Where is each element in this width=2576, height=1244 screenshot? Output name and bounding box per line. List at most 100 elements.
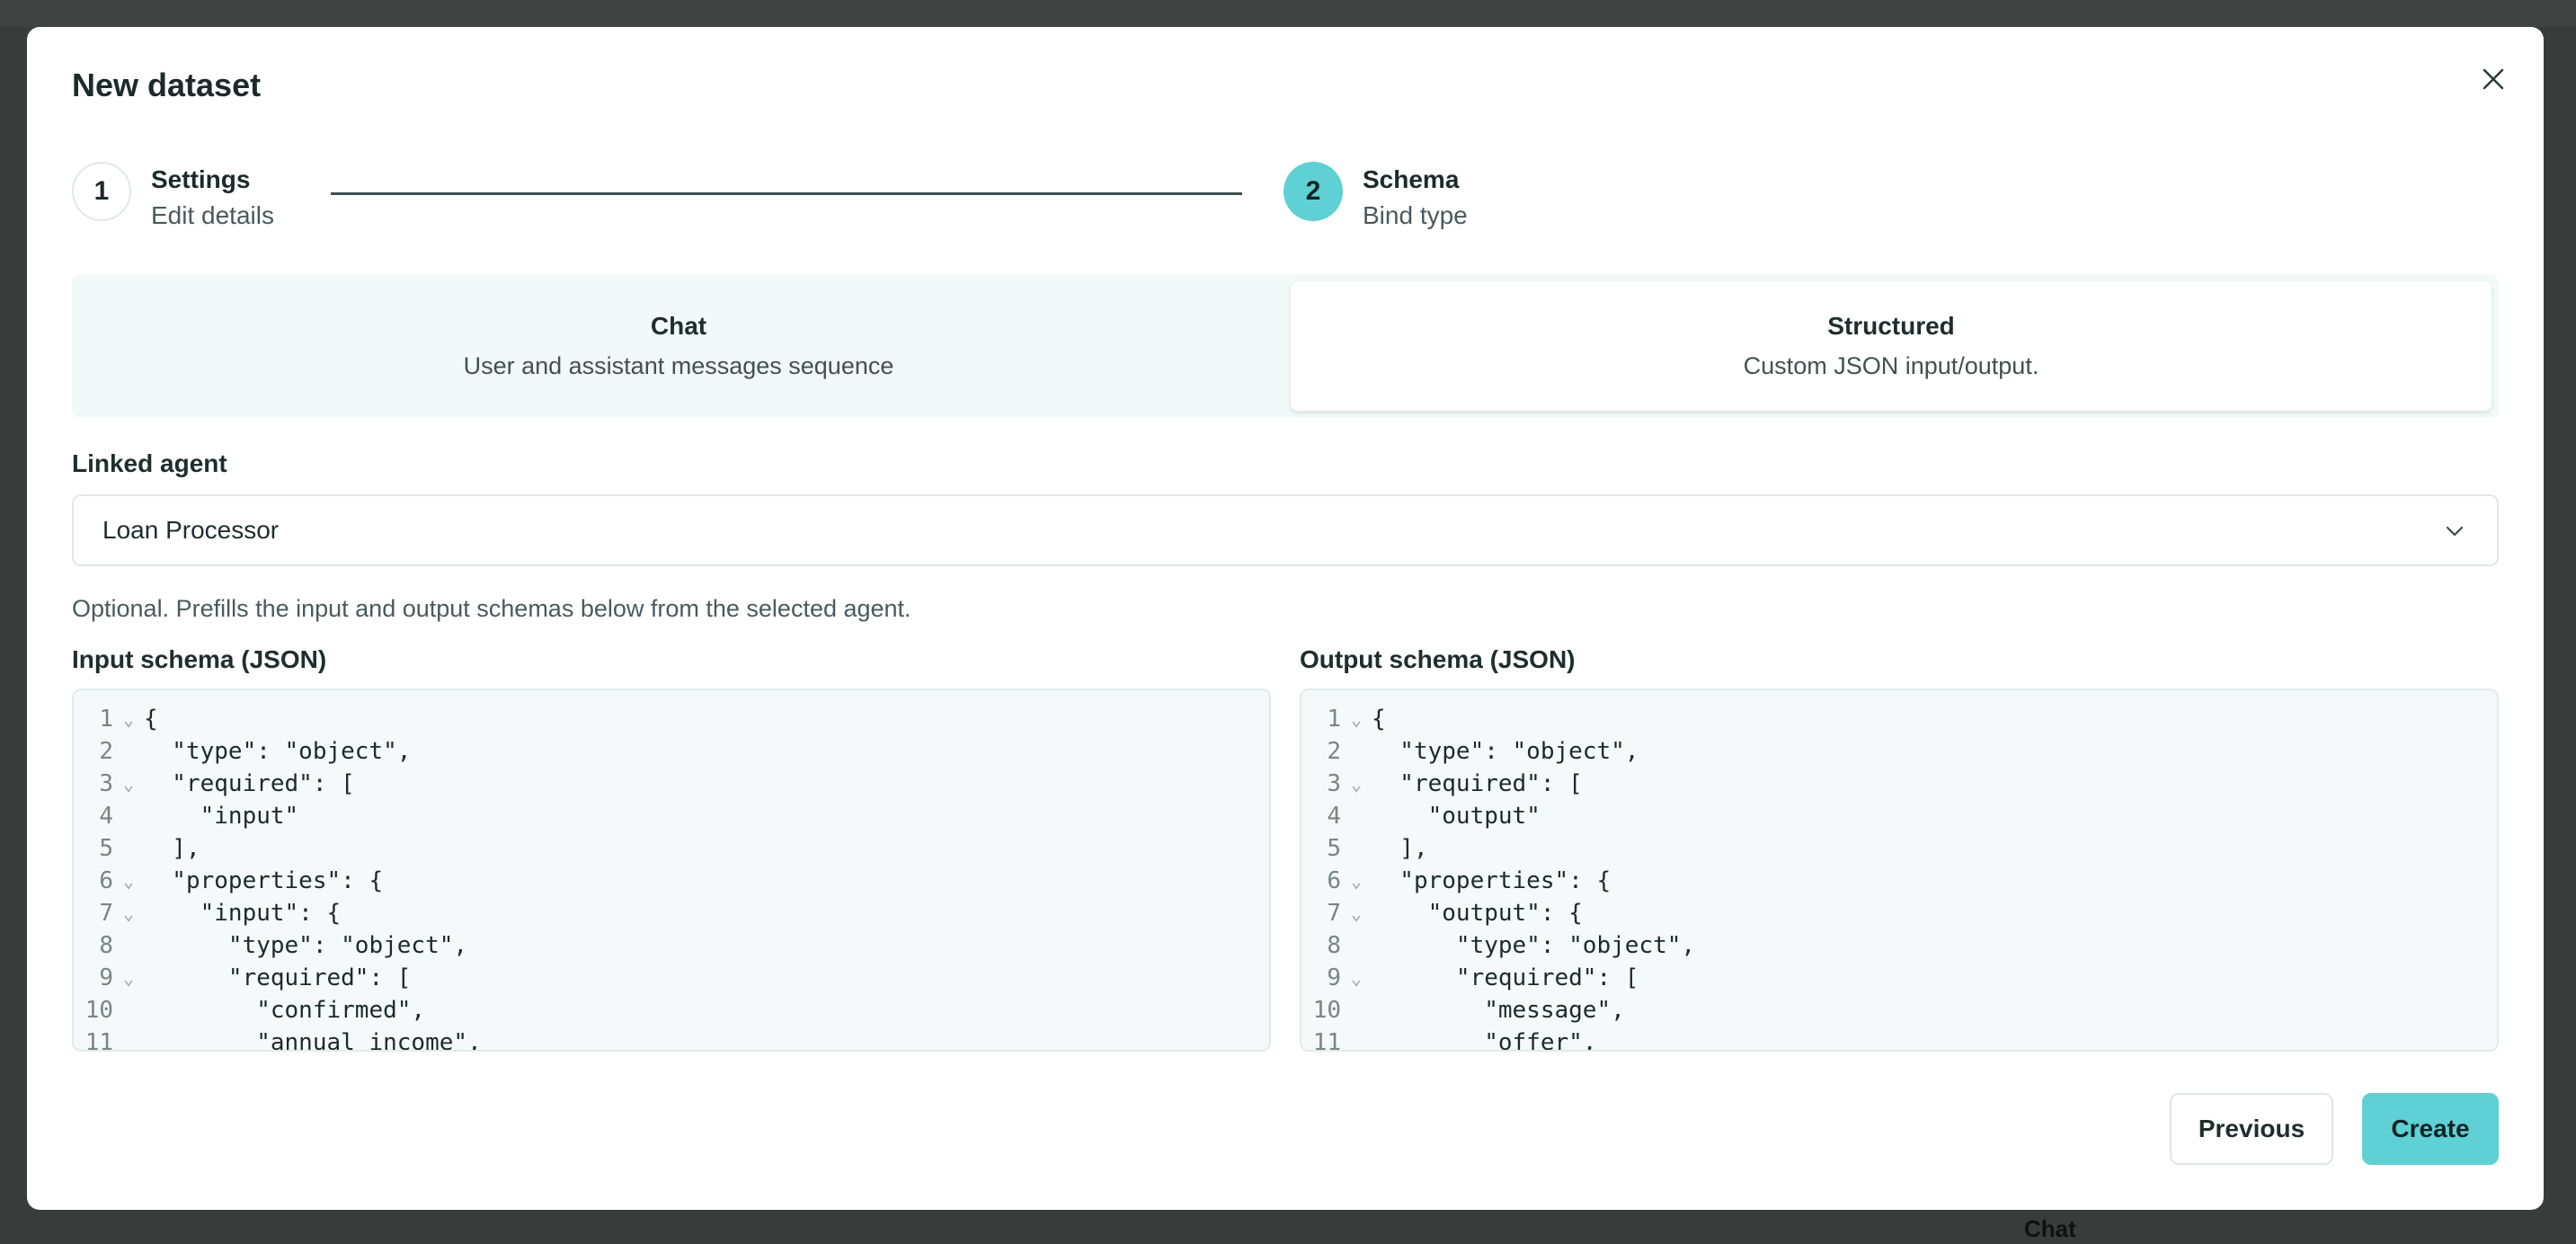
code-line[interactable]: 2 "type": "object", — [1301, 735, 1639, 768]
code-text: "properties": { — [144, 867, 384, 894]
code-text: "output" — [1372, 803, 1541, 830]
code-line[interactable]: 2 "type": "object", — [74, 735, 411, 768]
line-number: 7 — [99, 900, 113, 927]
previous-button[interactable]: Previous — [2170, 1093, 2333, 1165]
create-button[interactable]: Create — [2362, 1093, 2499, 1165]
code-line[interactable]: 1 ⌄{ — [74, 703, 158, 735]
code-line[interactable]: 3 ⌄ "required": [ — [74, 768, 355, 800]
code-line[interactable]: 8 "type": "object", — [74, 929, 467, 962]
code-line[interactable]: 1 ⌄{ — [1301, 703, 1385, 735]
fold-chevron-icon[interactable]: ⌄ — [1341, 870, 1372, 892]
fold-chevron-icon[interactable]: ⌄ — [113, 870, 144, 892]
input-schema-label: Input schema (JSON) — [72, 645, 327, 673]
line-number: 10 — [84, 997, 113, 1024]
code-line[interactable]: 4 "input" — [74, 800, 298, 832]
code-text: "required": [ — [1372, 964, 1639, 991]
code-line[interactable]: 4 "output" — [1301, 800, 1541, 832]
code-line[interactable]: 3 ⌄ "required": [ — [1301, 768, 1583, 800]
code-text: "input" — [144, 803, 299, 830]
fold-chevron-icon[interactable]: ⌄ — [113, 773, 144, 795]
code-text: "output": { — [1372, 900, 1583, 927]
linked-agent-select[interactable]: Loan Processor — [72, 494, 2499, 566]
code-text: "type": "object", — [1372, 738, 1639, 765]
output-schema-editor[interactable]: 1 ⌄{2 "type": "object", 3 ⌄ "required": [4 … — [1300, 689, 2499, 1052]
close-icon — [2483, 68, 2504, 90]
fold-chevron-icon[interactable]: ⌄ — [1341, 708, 1372, 730]
step-label: Schema — [1363, 165, 1460, 193]
stepper-connector — [331, 192, 1242, 195]
code-text: "message", — [1372, 997, 1625, 1024]
line-number: 10 — [1312, 997, 1341, 1024]
modal-title: New dataset — [72, 67, 262, 103]
line-number: 5 — [1327, 835, 1341, 862]
code-line[interactable]: 5 ], — [1301, 832, 1428, 865]
background-tab-label: Chat — [2024, 1215, 2076, 1242]
code-line[interactable]: 6 ⌄ "properties": { — [1301, 865, 1611, 897]
linked-agent-label: Linked agent — [72, 449, 227, 477]
code-line[interactable]: 6 ⌄ "properties": { — [74, 865, 383, 897]
fold-chevron-icon[interactable]: ⌄ — [1341, 773, 1372, 795]
code-text: "offer", — [1372, 1029, 1597, 1052]
code-line[interactable]: 11 "annual_income", — [74, 1026, 482, 1052]
code-line[interactable]: 11 "offer", — [1301, 1026, 1597, 1052]
dataset-type-chat[interactable]: Chat User and assistant messages sequenc… — [72, 274, 1285, 418]
chevron-down-icon — [2446, 526, 2464, 537]
line-number: 1 — [99, 706, 113, 733]
code-text: "annual_income", — [144, 1029, 482, 1052]
fold-chevron-icon[interactable]: ⌄ — [113, 902, 144, 924]
line-number: 8 — [99, 932, 113, 959]
line-number: 6 — [1327, 867, 1341, 894]
type-description: Custom JSON input/output. — [1743, 352, 2039, 379]
code-line[interactable]: 10 "confirmed", — [74, 994, 425, 1026]
output-schema-label: Output schema (JSON) — [1300, 645, 1576, 673]
type-title: Chat — [650, 312, 707, 340]
code-text: "required": [ — [144, 770, 355, 797]
line-number: 4 — [1327, 803, 1341, 830]
dataset-type-selector: Chat User and assistant messages sequenc… — [72, 274, 2499, 418]
code-line[interactable]: 9 ⌄ "required": [ — [74, 962, 411, 994]
code-text: ], — [1372, 835, 1428, 862]
line-number: 6 — [99, 867, 113, 894]
new-dataset-modal: New dataset 1 Settings Edit details 2 Sc… — [27, 27, 2544, 1210]
line-number: 8 — [1327, 932, 1341, 959]
code-line[interactable]: 9 ⌄ "required": [ — [1301, 962, 1639, 994]
line-number: 3 — [99, 770, 113, 797]
fold-chevron-icon[interactable]: ⌄ — [113, 967, 144, 989]
code-line[interactable]: 7 ⌄ "output": { — [1301, 897, 1583, 929]
step-settings[interactable]: 1 Settings Edit details — [72, 162, 274, 234]
input-schema-editor[interactable]: 1 ⌄{2 "type": "object", 3 ⌄ "required": [4 … — [72, 689, 1271, 1052]
code-line[interactable]: 8 "type": "object", — [1301, 929, 1695, 962]
code-text: "confirmed", — [144, 997, 426, 1024]
step-sublabel: Edit details — [151, 201, 274, 229]
code-line[interactable]: 10 "message", — [1301, 994, 1625, 1026]
fold-chevron-icon[interactable]: ⌄ — [1341, 967, 1372, 989]
line-number: 7 — [1327, 900, 1341, 927]
dataset-type-structured[interactable]: Structured Custom JSON input/output. — [1291, 281, 2492, 411]
code-text: "required": [ — [1372, 770, 1583, 797]
step-number: 2 — [1284, 162, 1343, 221]
code-line[interactable]: 7 ⌄ "input": { — [74, 897, 341, 929]
line-number: 5 — [99, 835, 113, 862]
line-number: 11 — [84, 1029, 113, 1052]
fold-chevron-icon[interactable]: ⌄ — [113, 708, 144, 730]
linked-agent-value: Loan Processor — [102, 516, 280, 544]
background-panel — [0, 0, 2576, 27]
step-number: 1 — [72, 162, 131, 221]
code-text: "properties": { — [1372, 867, 1612, 894]
fold-chevron-icon[interactable]: ⌄ — [1341, 902, 1372, 924]
code-line[interactable]: 5 ], — [74, 832, 200, 865]
type-title: Structured — [1827, 312, 1955, 340]
line-number: 11 — [1312, 1029, 1341, 1052]
code-text: ], — [144, 835, 200, 862]
code-text: "required": [ — [144, 964, 412, 991]
close-button[interactable] — [2470, 56, 2517, 102]
step-label: Settings — [151, 165, 251, 193]
step-schema[interactable]: 2 Schema Bind type — [1284, 162, 1468, 234]
line-number: 3 — [1327, 770, 1341, 797]
code-text: "input": { — [144, 900, 342, 927]
code-text: "type": "object", — [1372, 932, 1696, 959]
line-number: 2 — [1327, 738, 1341, 765]
code-text: { — [144, 706, 158, 733]
code-text: "type": "object", — [144, 738, 412, 765]
line-number: 9 — [1327, 964, 1341, 991]
